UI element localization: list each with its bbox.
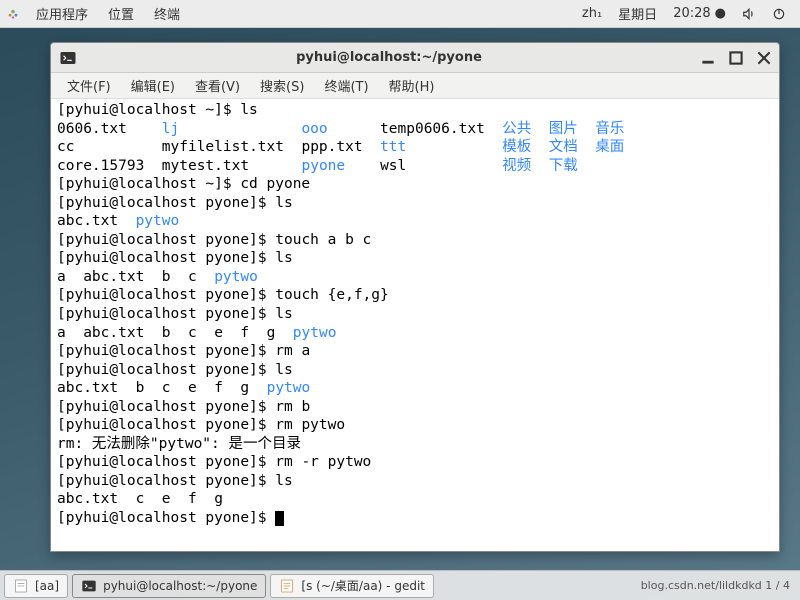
menu-terminal[interactable]: 终端 xyxy=(144,4,190,23)
task-button-terminal[interactable]: pyhui@localhost:~/pyone xyxy=(72,574,266,598)
titlebar[interactable]: pyhui@localhost:~/pyone xyxy=(51,43,779,73)
menu-search[interactable]: 搜索(S) xyxy=(250,76,314,95)
task-label: [s (~/桌面/aa) - gedit xyxy=(301,577,425,594)
maximize-button[interactable] xyxy=(729,51,743,65)
close-button[interactable] xyxy=(757,51,771,65)
task-label: pyhui@localhost:~/pyone xyxy=(103,579,257,593)
terminal-window: pyhui@localhost:~/pyone 文件(F) 编辑(E) 查看(V… xyxy=(50,42,780,552)
task-button-gedit-s[interactable]: [s (~/桌面/aa) - gedit xyxy=(270,574,434,598)
menu-view[interactable]: 查看(V) xyxy=(185,76,250,95)
menu-places[interactable]: 位置 xyxy=(98,4,144,23)
taskbar: [aa] pyhui@localhost:~/pyone [s (~/桌面/aa… xyxy=(0,570,800,600)
power-icon[interactable] xyxy=(764,7,794,21)
menu-terminal[interactable]: 终端(T) xyxy=(314,76,378,95)
menu-file[interactable]: 文件(F) xyxy=(57,76,121,95)
dot-icon: ● xyxy=(715,6,726,21)
menu-help[interactable]: 帮助(H) xyxy=(379,76,445,95)
menu-edit[interactable]: 编辑(E) xyxy=(121,76,185,95)
minimize-button[interactable] xyxy=(701,51,715,65)
input-method-indicator[interactable]: zh₁ xyxy=(574,6,610,21)
cursor xyxy=(275,511,284,526)
terminal-output[interactable]: [pyhui@localhost ~]$ ls 0606.txt lj ooo … xyxy=(51,99,779,551)
task-label: [aa] xyxy=(35,579,59,593)
clock-day[interactable]: 星期日 xyxy=(610,4,665,23)
volume-icon[interactable] xyxy=(734,7,764,21)
window-title: pyhui@localhost:~/pyone xyxy=(77,50,701,65)
clock-time[interactable]: 20:28 ● xyxy=(665,6,734,21)
menubar: 文件(F) 编辑(E) 查看(V) 搜索(S) 终端(T) 帮助(H) xyxy=(51,73,779,99)
task-button-gedit-aa[interactable]: [aa] xyxy=(4,574,68,598)
gedit-icon xyxy=(13,578,29,594)
gedit-icon xyxy=(279,578,295,594)
taskbar-right-text: blog.csdn.net/lildkdkd 1 / 4 xyxy=(635,579,796,592)
terminal-icon xyxy=(59,49,77,67)
terminal-icon xyxy=(81,578,97,594)
top-panel: 应用程序 位置 终端 zh₁ 星期日 20:28 ● xyxy=(0,0,800,28)
gnome-logo-icon xyxy=(6,7,20,21)
menu-applications[interactable]: 应用程序 xyxy=(26,4,98,23)
